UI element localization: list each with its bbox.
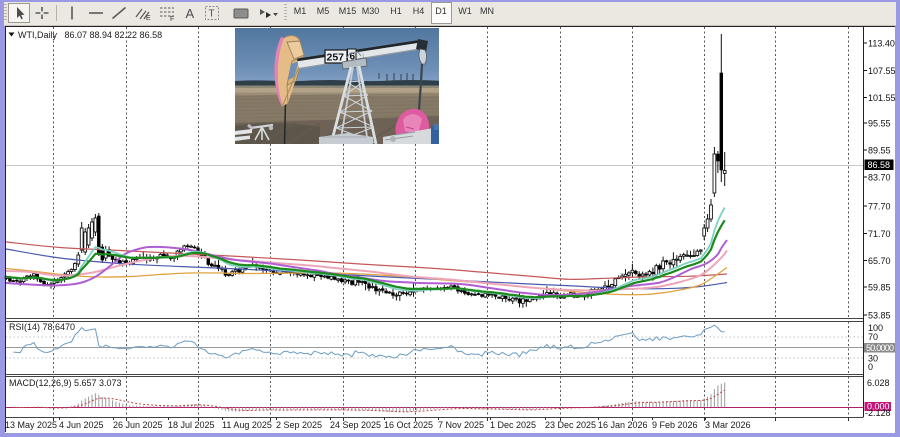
svg-text:6.028: 6.028: [867, 378, 890, 388]
svg-text:101.55: 101.55: [868, 93, 896, 103]
svg-text:9 Feb 2026: 9 Feb 2026: [652, 420, 698, 430]
svg-text:95.55: 95.55: [868, 118, 891, 128]
svg-text:16 Oct 2025: 16 Oct 2025: [384, 420, 433, 430]
svg-text:83.70: 83.70: [868, 172, 891, 182]
svg-text:-2.128: -2.128: [865, 408, 891, 418]
svg-text:3 Mar 2026: 3 Mar 2026: [705, 420, 751, 430]
svg-text:77.70: 77.70: [868, 201, 891, 211]
svg-text:24 Sep 2025: 24 Sep 2025: [330, 420, 381, 430]
svg-text:16 Jan 2026: 16 Jan 2026: [598, 420, 648, 430]
svg-text:53.85: 53.85: [868, 310, 891, 320]
svg-text:1 Dec 2025: 1 Dec 2025: [490, 420, 536, 430]
svg-text:RSI(14) 78.6470: RSI(14) 78.6470: [9, 322, 75, 332]
svg-text:WTI,Daily 86.07 88.94 82.22: WTI,Daily 86.07 88.94 82.22 86.58: [18, 30, 162, 40]
svg-text:257: 257: [327, 52, 345, 64]
svg-text:MACD(12,26,9) 5.657 3.073: MACD(12,26,9) 5.657 3.073: [9, 378, 122, 388]
svg-text:86.58: 86.58: [868, 160, 891, 170]
svg-text:2 Sep 2025: 2 Sep 2025: [276, 420, 322, 430]
svg-text:107.55: 107.55: [868, 66, 896, 76]
svg-text:113.40: 113.40: [868, 38, 895, 48]
svg-text:13 May 2025: 13 May 2025: [5, 420, 57, 430]
svg-text:23 Dec 2025: 23 Dec 2025: [545, 420, 596, 430]
svg-text:18 Jul 2025: 18 Jul 2025: [168, 420, 215, 430]
svg-text:70: 70: [868, 332, 878, 342]
svg-text:71.70: 71.70: [868, 229, 891, 239]
svg-text:65.70: 65.70: [868, 256, 891, 266]
svg-text:11 Aug 2025: 11 Aug 2025: [222, 420, 272, 430]
svg-text:50.0000: 50.0000: [866, 343, 894, 353]
svg-text:4 Jun 2025: 4 Jun 2025: [59, 420, 104, 430]
svg-text:59.85: 59.85: [868, 282, 891, 292]
svg-text:7 Nov 2025: 7 Nov 2025: [438, 420, 484, 430]
svg-text:0: 0: [868, 362, 873, 372]
svg-text:26 Jun 2025: 26 Jun 2025: [113, 420, 163, 430]
svg-text:89.55: 89.55: [868, 145, 891, 155]
